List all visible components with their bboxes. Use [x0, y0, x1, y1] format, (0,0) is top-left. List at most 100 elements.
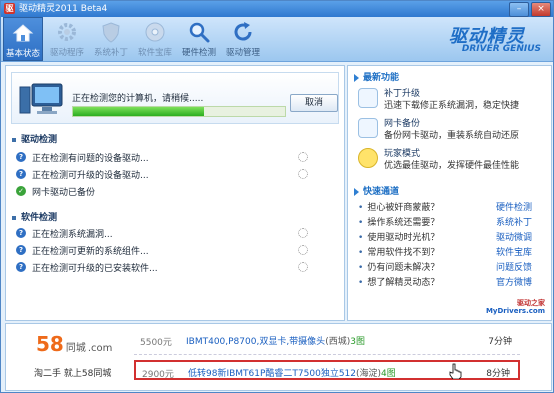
- driver-genius-logo: 驱动精灵 DRIVER GENIUS: [409, 20, 545, 60]
- quick-link-row: 使用驱动时光机？ 驱动微调: [358, 230, 548, 243]
- quick-link[interactable]: 软件宝库: [496, 245, 532, 258]
- quick-link[interactable]: 问题反馈: [496, 260, 532, 273]
- scan-message: 正在检测您的计算机，请稍候.....: [72, 94, 204, 104]
- loading-spinner-icon: [298, 169, 308, 179]
- quick-link-row: 仍有问题未解决？ 问题反馈: [358, 260, 548, 273]
- loading-spinner-icon: [298, 228, 308, 238]
- row-text: 正在检测可更新的系统组件...: [32, 247, 149, 257]
- ad-time: 7分钟: [488, 337, 512, 347]
- refresh-icon: [234, 22, 252, 41]
- quick-question: 使用驱动时光机？: [358, 230, 439, 243]
- tab-driver-programs[interactable]: 驱动程序: [47, 17, 87, 61]
- tab-software-store[interactable]: 软件宝库: [135, 17, 175, 61]
- main-toolbar: 基本状态 驱动程序 系统补丁 软件宝库 硬件检测 驱动管理 驱动精灵 DRIVE…: [1, 17, 553, 62]
- feature-desc: 迅速下载修正系统漏洞，稳定快捷: [384, 101, 520, 111]
- quick-question: 担心被奸商蒙蔽？: [358, 200, 439, 213]
- row-text: 网卡驱动已备份: [32, 188, 96, 198]
- tab-system-patch[interactable]: 系统补丁: [91, 17, 131, 61]
- info-icon: ?: [16, 169, 26, 179]
- app-icon: 驱: [4, 3, 15, 14]
- loading-spinner-icon: [298, 262, 308, 272]
- feature-desc: 优选最佳驱动，发挥硬件最佳性能: [384, 161, 520, 171]
- driver-section-title: 驱动检测: [12, 132, 57, 145]
- info-icon: ?: [16, 245, 26, 255]
- row-text: 正在检测系统漏洞...: [32, 230, 113, 240]
- tab-label: 驱动程序: [49, 48, 84, 58]
- row-text: 正在检测有问题的设备驱动...: [32, 154, 149, 164]
- quick-link-row: 常用软件找不到？ 软件宝库: [358, 245, 548, 258]
- patch-icon: [358, 88, 378, 108]
- tab-label: 系统补丁: [93, 48, 128, 58]
- tab-label: 基本状态: [5, 49, 40, 59]
- info-icon: ?: [16, 262, 26, 272]
- feature-desc: 备份网卡驱动，重装系统自动还原: [384, 131, 520, 141]
- quick-question: 常用软件找不到？: [358, 245, 439, 258]
- minimize-button[interactable]: –: [509, 2, 529, 17]
- ad-slogan: 淘二手 就上58同城: [34, 369, 112, 379]
- loading-spinner-icon: [298, 245, 308, 255]
- quick-links-title: 快速通道: [354, 184, 399, 197]
- quick-link[interactable]: 硬件检测: [496, 200, 532, 213]
- mydrivers-logo[interactable]: 驱动之家 MyDrivers.com: [486, 298, 545, 316]
- ad-price: 2900元: [142, 370, 174, 380]
- app-window: 驱 驱动精灵2011 Beta4 – × 基本状态 驱动程序 系统补丁 软件宝库…: [0, 0, 554, 393]
- quick-link[interactable]: 系统补丁: [496, 215, 532, 228]
- cancel-button[interactable]: 取消: [290, 94, 338, 112]
- magnifier-icon: [189, 22, 210, 43]
- ad-price: 5500元: [140, 338, 172, 348]
- driver-row: ? 正在检测有问题的设备驱动...: [16, 150, 336, 164]
- scan-panel: 正在检测您的计算机，请稍候..... 取消 驱动检测 ? 正在检测有问题的设备驱…: [5, 65, 345, 321]
- ad-divider: [134, 354, 520, 355]
- info-icon: ?: [16, 228, 26, 238]
- driver-row: ? 正在检测可升级的设备驱动...: [16, 167, 336, 181]
- smiley-icon: [358, 148, 378, 168]
- quick-link-row: 担心被奸商蒙蔽？ 硬件检测: [358, 200, 548, 213]
- quick-question: 想了解精灵动态？: [358, 275, 439, 288]
- tab-label: 驱动管理: [225, 48, 260, 58]
- shield-icon: [102, 22, 120, 43]
- mydrivers-en: MyDrivers.com: [485, 307, 545, 315]
- tab-label: 硬件检测: [181, 48, 216, 58]
- software-row: ? 正在检测系统漏洞...: [16, 226, 336, 240]
- ad-title: 低转98新IBMT61P酷睿二T7500独立512(海淀)4图: [188, 369, 396, 379]
- tab-hardware-detect[interactable]: 硬件检测: [179, 17, 219, 61]
- driver-row: ✓ 网卡驱动已备份: [16, 184, 336, 198]
- scan-status-box: 正在检测您的计算机，请稍候..... 取消: [11, 72, 339, 124]
- window-title: 驱动精灵2011 Beta4: [19, 4, 108, 14]
- info-icon: ?: [16, 152, 26, 162]
- new-features-title: 最新功能: [354, 70, 399, 83]
- gear-icon: [58, 23, 76, 41]
- ad-listing[interactable]: 5500元 IBMT400,P8700,双显卡,带摄像头(西城)3图 7分钟: [134, 330, 520, 350]
- title-bar[interactable]: 驱 驱动精灵2011 Beta4 – ×: [1, 1, 553, 17]
- tab-label: 软件宝库: [137, 48, 172, 58]
- check-icon: ✓: [16, 186, 26, 196]
- disc-icon: [145, 22, 165, 42]
- loading-spinner-icon: [298, 152, 308, 162]
- scan-progress-fill: [73, 107, 205, 116]
- feature-patch-upgrade[interactable]: 补丁升级 迅速下载修正系统漏洞，稳定快捷: [358, 86, 548, 114]
- quick-question: 仍有问题未解决？: [358, 260, 439, 273]
- ad-listing-highlighted[interactable]: 2900元 低转98新IBMT61P酷睿二T7500独立512(海淀)4图 8分…: [134, 360, 520, 380]
- ad-time: 8分钟: [486, 369, 510, 379]
- scan-progress-bar: [72, 106, 286, 117]
- logo-subtitle: DRIVER GENIUS: [461, 44, 541, 54]
- software-section-title: 软件检测: [12, 210, 57, 223]
- tab-driver-manage[interactable]: 驱动管理: [223, 17, 263, 61]
- quick-link-row: 操作系统还需要？ 系统补丁: [358, 215, 548, 228]
- software-row: ? 正在检测可更新的系统组件...: [16, 243, 336, 257]
- tab-basic-status[interactable]: 基本状态: [3, 17, 43, 61]
- row-text: 正在检测可升级的已安装软件...: [32, 264, 158, 274]
- quick-link-row: 想了解精灵动态？ 官方微博: [358, 275, 548, 288]
- ad-banner[interactable]: 58 同城 .com 淘二手 就上58同城 5500元 IBMT400,P8700,…: [5, 323, 552, 391]
- side-panel: 最新功能 补丁升级 迅速下载修正系统漏洞，稳定快捷 网卡备份 备份网卡驱动，重装…: [347, 65, 552, 321]
- close-button[interactable]: ×: [531, 2, 551, 17]
- row-text: 正在检测可升级的设备驱动...: [32, 171, 149, 181]
- software-row: ? 正在检测可升级的已安装软件...: [16, 260, 336, 274]
- network-card-icon: [358, 118, 378, 138]
- quick-link[interactable]: 驱动微调: [496, 230, 532, 243]
- feature-nic-backup[interactable]: 网卡备份 备份网卡驱动，重装系统自动还原: [358, 116, 548, 144]
- home-icon: [12, 24, 34, 42]
- quick-link[interactable]: 官方微博: [496, 275, 532, 288]
- feature-gamer-mode[interactable]: 玩家模式 优选最佳驱动，发挥硬件最佳性能: [358, 146, 548, 174]
- computer-icon: [19, 83, 63, 114]
